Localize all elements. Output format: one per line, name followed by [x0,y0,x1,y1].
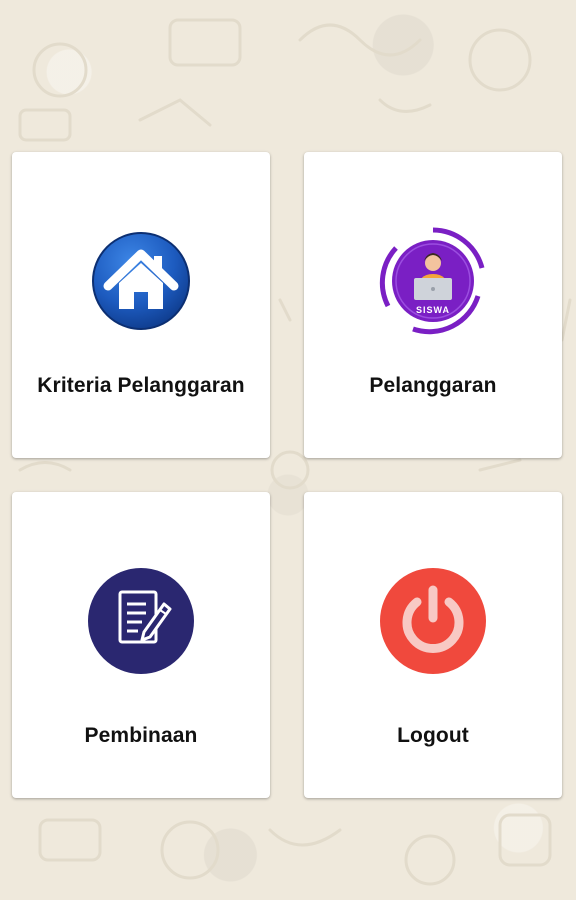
power-icon [380,568,486,674]
menu-card-kriteria-pelanggaran[interactable]: Kriteria Pelanggaran [12,152,270,458]
menu-card-label: Pelanggaran [369,374,497,397]
document-edit-icon [88,568,194,674]
menu-card-pembinaan[interactable]: Pembinaan [12,492,270,798]
student-icon: SISWA [379,227,485,335]
menu-card-pelanggaran[interactable]: SISWA Pelanggaran [304,152,562,458]
menu-card-label: Pembinaan [84,724,198,747]
siswa-badge-text: SISWA [416,305,450,315]
menu-card-label: Logout [397,724,469,747]
menu-card-label: Kriteria Pelanggaran [37,374,245,397]
home-icon [92,232,190,330]
menu-card-logout[interactable]: Logout [304,492,562,798]
